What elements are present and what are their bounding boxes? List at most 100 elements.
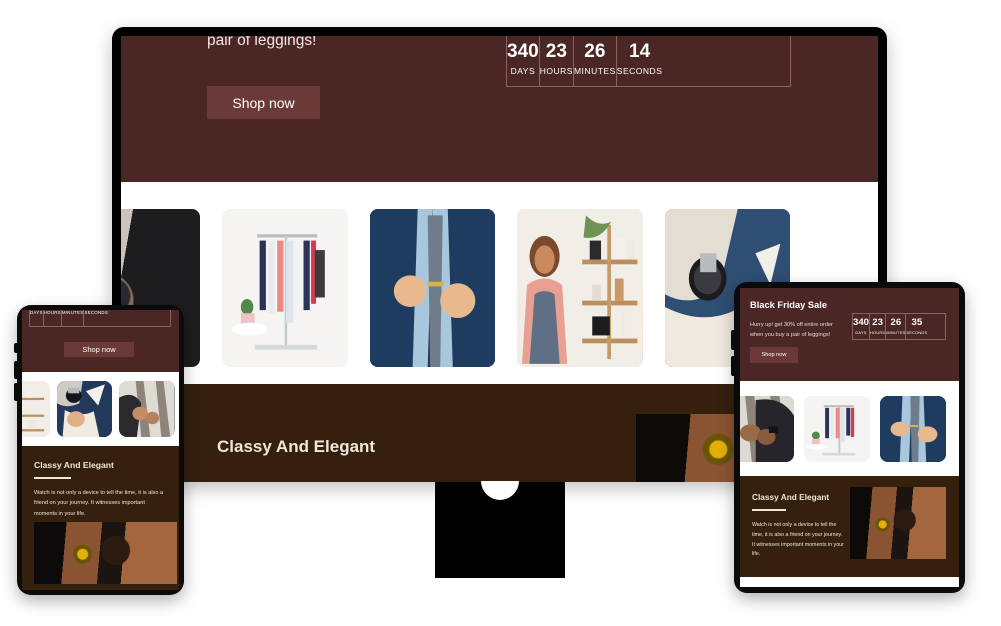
countdown-hours-label: HOURS bbox=[43, 310, 61, 315]
rack-illustration bbox=[804, 395, 870, 462]
desktop-promo-hero: pair of leggings! Shop now 340 DAYS 23 H… bbox=[121, 36, 878, 182]
countdown-cell-seconds: 35 SECONDS bbox=[906, 314, 927, 339]
gallery-item[interactable] bbox=[56, 381, 113, 437]
gallery-item[interactable] bbox=[222, 209, 348, 367]
countdown-seconds-value: 14 bbox=[629, 40, 651, 62]
feature-paragraph: Watch is not only a device to tell the t… bbox=[34, 490, 164, 517]
suspenders-hands-photo bbox=[740, 395, 794, 462]
tablet-page-bottom-spacer bbox=[740, 577, 959, 587]
suspenders-illustration bbox=[740, 395, 794, 462]
gallery-item[interactable] bbox=[740, 395, 794, 462]
countdown-minutes-label: MINUTES bbox=[573, 65, 616, 76]
promo-description: Hurry up! get 30% off entire order when … bbox=[750, 322, 833, 338]
suit-illustration bbox=[369, 209, 496, 367]
countdown-hours-value: 23 bbox=[545, 40, 567, 62]
gallery-item[interactable] bbox=[804, 395, 870, 462]
feature-paragraph: Watch is not only a device to tell the t… bbox=[752, 522, 844, 558]
suit-illustration bbox=[880, 395, 946, 462]
countdown-timer: 340 DAYS 23 HOURS 26 MINUTES 35 SECONDS bbox=[852, 313, 946, 340]
countdown-timer: 340 DAYS 23 HOURS 26 MINUTES 14 SECONDS bbox=[506, 36, 791, 87]
tablet-promo-hero: Black Friday Sale Hurry up! get 30% off … bbox=[740, 288, 959, 381]
monitor-stand-notch bbox=[480, 481, 519, 500]
feature-divider bbox=[34, 477, 71, 479]
shop-now-button[interactable]: Shop now bbox=[750, 347, 798, 363]
gallery-item[interactable] bbox=[880, 395, 946, 462]
pocket-square-suit-photo bbox=[56, 381, 113, 437]
gallery-row bbox=[22, 381, 179, 437]
feature-divider bbox=[752, 509, 786, 511]
shop-now-button[interactable]: Shop now bbox=[207, 86, 320, 119]
countdown-hours-label: HOURS bbox=[539, 65, 573, 76]
phone-feature-section: Classy And Elegant Watch is not only a d… bbox=[22, 446, 179, 590]
countdown-cell-days: 340 DAYS bbox=[507, 36, 540, 86]
countdown-hours-value: 23 bbox=[872, 317, 883, 329]
rack-illustration bbox=[222, 209, 348, 367]
countdown-minutes-value: 26 bbox=[890, 317, 902, 329]
countdown-minutes-label: MINUTES bbox=[886, 329, 906, 335]
countdown-cell-minutes: MINUTES bbox=[62, 310, 85, 326]
tablet-product-gallery bbox=[740, 381, 959, 476]
feature-title: Classy And Elegant bbox=[217, 437, 376, 456]
tablet-screen: Black Friday Sale Hurry up! get 30% off … bbox=[740, 288, 959, 587]
phone-bezel: DAYS HOURS MINUTES SECONDS Shop now Clas… bbox=[17, 305, 184, 595]
countdown-cell-minutes: 26 MINUTES bbox=[886, 314, 907, 339]
countdown-seconds-label: SECONDS bbox=[616, 65, 663, 76]
countdown-seconds-label: SECONDS bbox=[906, 329, 928, 335]
countdown-cell-minutes: 26 MINUTES bbox=[574, 36, 617, 86]
clothing-rack-dresses-photo bbox=[222, 209, 348, 367]
countdown-minutes-label: MINUTES bbox=[61, 310, 84, 315]
countdown-cell-seconds: SECONDS bbox=[84, 310, 108, 326]
hand-on-steering-wheel-watch-photo bbox=[34, 522, 177, 584]
tablet-bezel: Black Friday Sale Hurry up! get 30% off … bbox=[734, 282, 965, 593]
countdown-seconds-label: SECONDS bbox=[84, 310, 109, 315]
countdown-hours-label: HOURS bbox=[870, 329, 886, 335]
gallery-item[interactable] bbox=[369, 209, 496, 367]
countdown-cell-hours: HOURS bbox=[44, 310, 62, 326]
countdown-days-label: DAYS bbox=[510, 65, 536, 76]
hand-on-steering-wheel-watch-photo bbox=[850, 487, 946, 559]
tablet-device: Black Friday Sale Hurry up! get 30% off … bbox=[731, 282, 965, 593]
countdown-days-label: DAYS bbox=[30, 310, 43, 315]
monitor-stand bbox=[434, 481, 565, 578]
countdown-cell-days: 340 DAYS bbox=[853, 314, 871, 339]
tablet-feature-section: Classy And Elegant Watch is not only a d… bbox=[740, 476, 959, 587]
phone-screen: DAYS HOURS MINUTES SECONDS Shop now Clas… bbox=[22, 310, 179, 590]
man-buttoning-suit-tie-photo bbox=[369, 209, 496, 367]
countdown-days-value: 340 bbox=[853, 317, 870, 329]
phone-silent-switch[interactable] bbox=[14, 343, 17, 353]
countdown-cell-hours: 23 HOURS bbox=[540, 36, 574, 86]
suspenders-illustration bbox=[119, 381, 176, 437]
shop-illustration bbox=[22, 381, 50, 437]
suspenders-hands-photo bbox=[119, 381, 176, 437]
countdown-timer: DAYS HOURS MINUTES SECONDS bbox=[29, 310, 171, 327]
countdown-cell-seconds: 14 SECONDS bbox=[617, 36, 663, 86]
shop-now-button[interactable]: Shop now bbox=[64, 342, 134, 357]
tablet-volume-up-button[interactable] bbox=[731, 330, 734, 350]
gallery-row bbox=[740, 395, 950, 462]
gallery-item[interactable] bbox=[517, 209, 643, 367]
countdown-days-value: 340 bbox=[507, 40, 539, 62]
feature-title: Classy And Elegant bbox=[34, 460, 114, 470]
countdown-seconds-value: 35 bbox=[911, 317, 923, 329]
phone-promo-hero: DAYS HOURS MINUTES SECONDS Shop now bbox=[22, 310, 179, 372]
woman-in-apron-shop-photo bbox=[517, 209, 643, 367]
shop-illustration bbox=[517, 209, 643, 367]
promo-description-tail: pair of leggings! bbox=[207, 36, 317, 49]
man-buttoning-suit-tie-photo bbox=[880, 395, 946, 462]
promo-heading: Black Friday Sale bbox=[750, 300, 827, 310]
gallery-item[interactable] bbox=[119, 381, 176, 437]
clothing-rack-dresses-photo bbox=[804, 395, 870, 462]
feature-image bbox=[850, 487, 946, 559]
phone-volume-up-button[interactable] bbox=[14, 361, 17, 379]
gallery-item[interactable] bbox=[22, 381, 50, 437]
phone-volume-down-button[interactable] bbox=[14, 383, 17, 401]
phone-product-gallery bbox=[22, 372, 179, 446]
pocket-square-illustration bbox=[56, 381, 113, 437]
woman-in-apron-shop-photo bbox=[22, 381, 50, 437]
countdown-cell-days: DAYS bbox=[30, 310, 44, 326]
tablet-volume-down-button[interactable] bbox=[731, 356, 734, 376]
countdown-cell-hours: 23 HOURS bbox=[870, 314, 887, 339]
mobile-phone-device: DAYS HOURS MINUTES SECONDS Shop now Clas… bbox=[14, 305, 184, 595]
feature-image bbox=[34, 522, 177, 584]
countdown-minutes-value: 26 bbox=[584, 40, 606, 62]
